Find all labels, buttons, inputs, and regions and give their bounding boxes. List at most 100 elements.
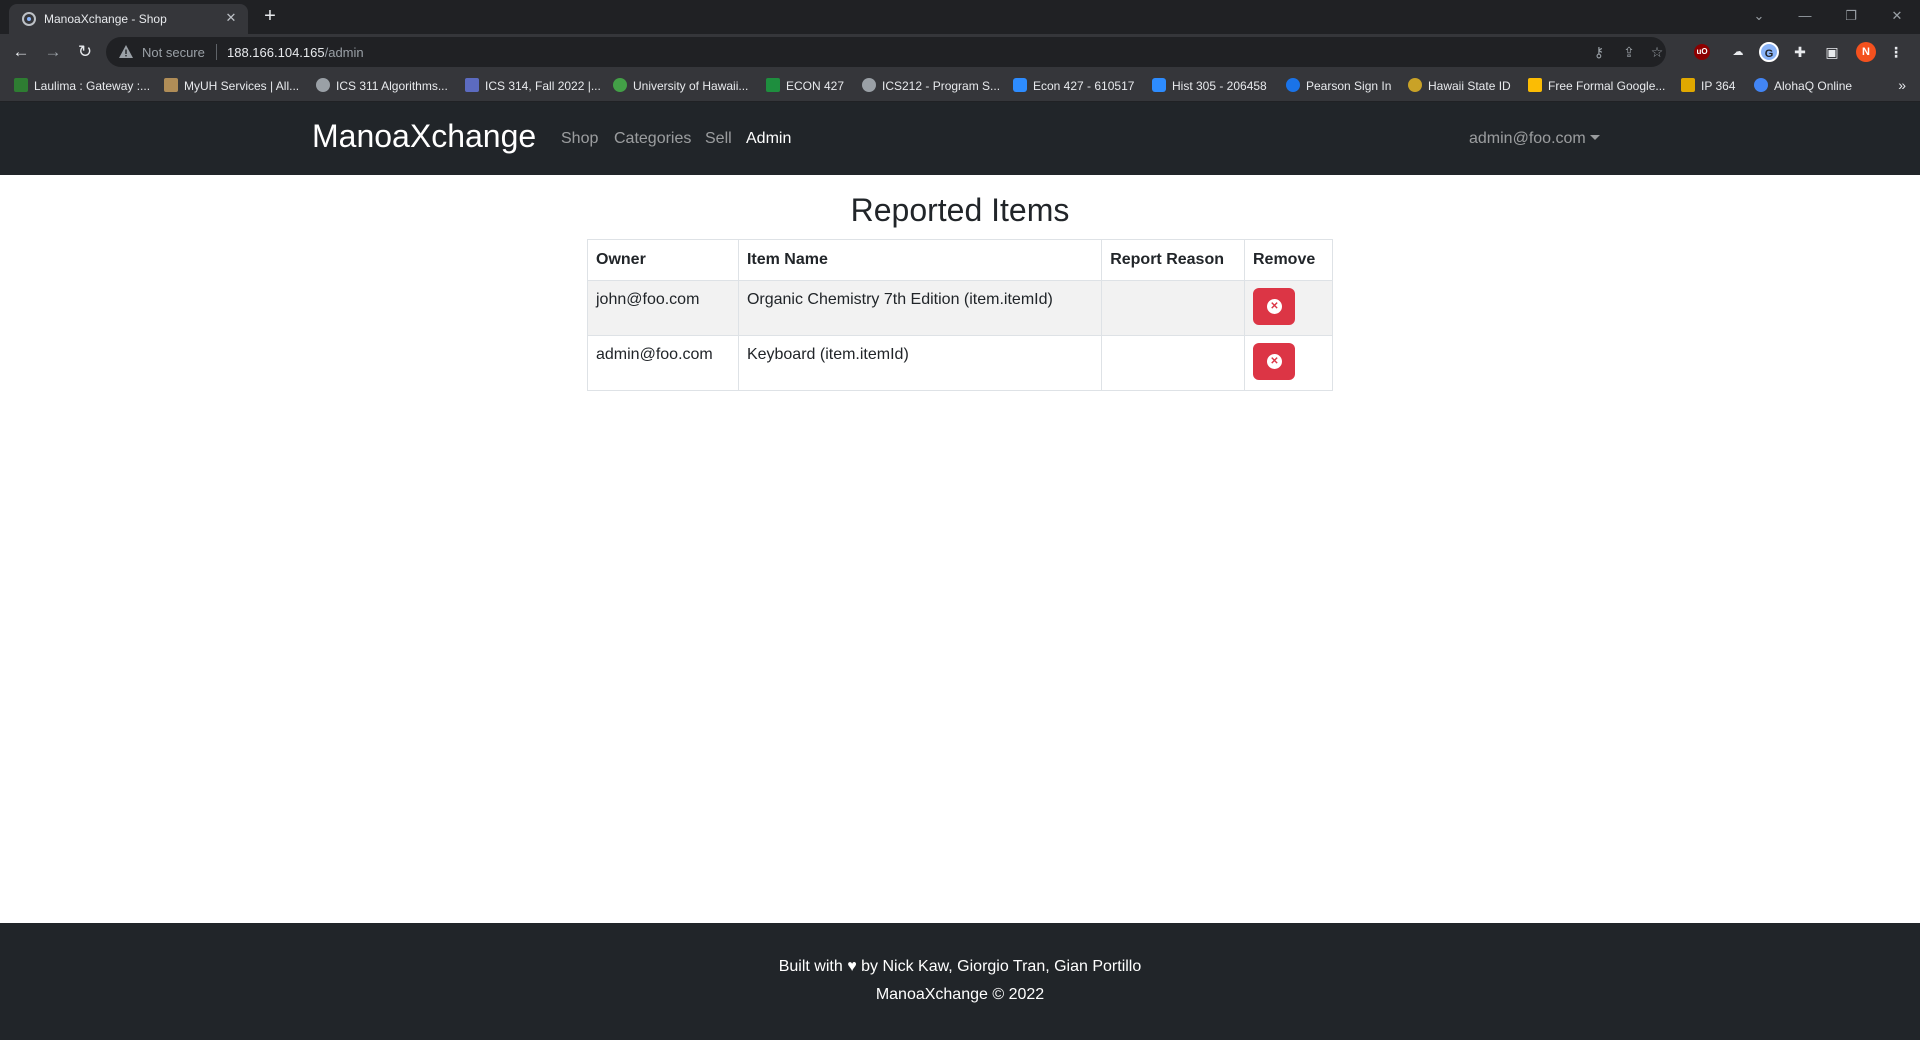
bookmark-star-icon[interactable]: ☆ bbox=[1648, 43, 1666, 61]
site-navbar: ManoaXchange Shop Categories Sell Admin … bbox=[0, 102, 1920, 175]
user-dropdown[interactable]: admin@foo.com bbox=[1469, 130, 1600, 148]
menu-kebab-icon[interactable]: ⋮ bbox=[1886, 42, 1906, 62]
remove-item-button[interactable]: ✕ bbox=[1253, 288, 1295, 325]
address-bar[interactable]: Not secure 188.166.104.165/admin ⚷ ⇪ ☆ bbox=[106, 37, 1666, 67]
bookmark-favicon-icon bbox=[1681, 78, 1695, 92]
bookmark-favicon-icon bbox=[316, 78, 330, 92]
bookmark-label: IP 364 bbox=[1701, 79, 1736, 93]
close-window-button[interactable]: ✕ bbox=[1874, 4, 1920, 28]
bookmark-item[interactable]: IP 364 bbox=[1681, 78, 1735, 94]
warning-triangle-icon bbox=[119, 45, 133, 58]
cloud-extension-icon[interactable]: ☁ bbox=[1728, 42, 1748, 62]
bookmark-item[interactable]: Pearson Sign In bbox=[1286, 78, 1391, 94]
extensions-puzzle-icon[interactable]: ✚ bbox=[1790, 42, 1810, 62]
bookmark-item[interactable]: University of Hawaii... bbox=[613, 78, 748, 94]
browser-toolbar: ← → ↻ Not secure 188.166.104.165/admin ⚷… bbox=[0, 34, 1920, 70]
nav-link-admin[interactable]: Admin bbox=[746, 130, 791, 148]
bookmark-label: Econ 427 - 610517 bbox=[1033, 79, 1135, 93]
nav-link-categories[interactable]: Categories bbox=[614, 130, 691, 148]
bookmark-favicon-icon bbox=[766, 78, 780, 92]
back-arrow-icon[interactable]: ← bbox=[8, 39, 34, 65]
report-reason-cell bbox=[1101, 280, 1245, 336]
table-row: admin@foo.com Keyboard (item.itemId) ✕ bbox=[587, 335, 1333, 391]
bookmark-item[interactable]: ICS212 - Program S... bbox=[862, 78, 1000, 94]
more-bookmarks-chevron-icon[interactable]: » bbox=[1898, 77, 1906, 93]
bookmark-favicon-icon bbox=[1754, 78, 1768, 92]
item-name-cell: Organic Chemistry 7th Edition (item.item… bbox=[737, 280, 1103, 336]
column-header-remove: Remove bbox=[1244, 239, 1333, 281]
bookmark-favicon-icon bbox=[164, 78, 178, 92]
site-footer: Built with ♥ by Nick Kaw, Giorgio Tran, … bbox=[0, 923, 1920, 1040]
bookmark-label: University of Hawaii... bbox=[633, 79, 749, 93]
bookmark-item[interactable]: Free Formal Google... bbox=[1528, 78, 1665, 94]
nav-link-shop[interactable]: Shop bbox=[561, 130, 598, 148]
address-divider bbox=[216, 44, 217, 60]
bookmark-label: ICS 311 Algorithms... bbox=[336, 79, 448, 93]
bookmark-item[interactable]: ICS 311 Algorithms... bbox=[316, 78, 448, 94]
bookmark-label: ICS212 - Program S... bbox=[882, 79, 1001, 93]
remove-item-button[interactable]: ✕ bbox=[1253, 343, 1295, 380]
tab-search-chevron-icon[interactable]: ⌄ bbox=[1736, 4, 1782, 28]
footer-copyright: ManoaXchange © 2022 bbox=[875, 986, 1045, 1003]
x-circle-icon: ✕ bbox=[1267, 354, 1282, 369]
bookmark-favicon-icon bbox=[1013, 78, 1027, 92]
bookmark-item[interactable]: Laulima : Gateway :... bbox=[14, 78, 150, 94]
bookmark-item[interactable]: ECON 427 bbox=[766, 78, 844, 94]
tab-title: ManoaXchange - Shop bbox=[44, 12, 167, 26]
reported-items-table: Owner Item Name Report Reason Remove joh… bbox=[587, 239, 1333, 391]
column-header-item-name: Item Name bbox=[737, 239, 1103, 281]
remove-cell: ✕ bbox=[1244, 280, 1333, 336]
bookmark-favicon-icon bbox=[613, 78, 627, 92]
owner-cell: admin@foo.com bbox=[587, 335, 739, 391]
close-tab-icon[interactable]: ✕ bbox=[222, 9, 240, 27]
browser-tab-strip: ManoaXchange - Shop ✕ + ⌄ — ❐ ✕ bbox=[0, 0, 1920, 34]
user-email: admin@foo.com bbox=[1469, 130, 1586, 147]
remove-cell: ✕ bbox=[1244, 335, 1333, 391]
brand-logo[interactable]: ManoaXchange bbox=[312, 118, 536, 155]
report-reason-cell bbox=[1101, 335, 1245, 391]
security-label[interactable]: Not secure bbox=[142, 45, 205, 60]
bookmark-label: ECON 427 bbox=[786, 79, 845, 93]
forward-arrow-icon[interactable]: → bbox=[40, 39, 66, 65]
bookmark-favicon-icon bbox=[862, 78, 876, 92]
column-header-owner: Owner bbox=[587, 239, 739, 281]
ublock-extension-icon[interactable]: uO bbox=[1694, 44, 1710, 60]
table-header-row: Owner Item Name Report Reason Remove bbox=[587, 239, 1333, 281]
bookmark-favicon-icon bbox=[1286, 78, 1300, 92]
side-panel-icon[interactable]: ▣ bbox=[1822, 42, 1842, 62]
page-title: Reported Items bbox=[850, 192, 1070, 228]
bookmark-item[interactable]: ICS 314, Fall 2022 |... bbox=[465, 78, 601, 94]
bookmark-favicon-icon bbox=[1408, 78, 1422, 92]
site-favicon-icon bbox=[22, 12, 36, 26]
share-icon[interactable]: ⇪ bbox=[1620, 43, 1638, 61]
new-tab-button[interactable]: + bbox=[258, 4, 282, 28]
bookmark-item[interactable]: AlohaQ Online bbox=[1754, 78, 1852, 94]
bookmark-label: AlohaQ Online bbox=[1774, 79, 1853, 93]
reload-icon[interactable]: ↻ bbox=[72, 39, 98, 65]
footer-credits: Built with ♥ by Nick Kaw, Giorgio Tran, … bbox=[778, 958, 1142, 975]
bookmark-favicon-icon bbox=[14, 78, 28, 92]
url-host: 188.166.104.165 bbox=[227, 45, 325, 60]
profile-avatar[interactable]: N bbox=[1856, 42, 1876, 62]
item-name-cell: Keyboard (item.itemId) bbox=[737, 335, 1103, 391]
browser-tab[interactable]: ManoaXchange - Shop ✕ bbox=[9, 4, 248, 34]
bookmark-item[interactable]: Hawaii State ID bbox=[1408, 78, 1511, 94]
url-text[interactable]: 188.166.104.165/admin bbox=[227, 45, 364, 60]
bookmark-favicon-icon bbox=[1152, 78, 1166, 92]
bookmark-label: Free Formal Google... bbox=[1548, 79, 1666, 93]
bookmarks-bar: Laulima : Gateway :... MyUH Services | A… bbox=[0, 70, 1920, 102]
column-header-report-reason: Report Reason bbox=[1101, 239, 1245, 281]
bookmark-label: Hawaii State ID bbox=[1428, 79, 1511, 93]
minimize-button[interactable]: — bbox=[1782, 4, 1828, 28]
bookmark-item[interactable]: Econ 427 - 610517 bbox=[1013, 78, 1134, 94]
nav-link-sell[interactable]: Sell bbox=[705, 130, 732, 148]
table-row: john@foo.com Organic Chemistry 7th Editi… bbox=[587, 280, 1333, 336]
bookmark-label: Hist 305 - 206458 bbox=[1172, 79, 1267, 93]
bookmark-item[interactable]: MyUH Services | All... bbox=[164, 78, 299, 94]
translate-extension-icon[interactable]: G bbox=[1759, 42, 1779, 62]
bookmark-item[interactable]: Hist 305 - 206458 bbox=[1152, 78, 1267, 94]
restore-button[interactable]: ❐ bbox=[1828, 4, 1874, 28]
key-icon[interactable]: ⚷ bbox=[1590, 43, 1608, 61]
owner-cell: john@foo.com bbox=[587, 280, 739, 336]
bookmark-favicon-icon bbox=[465, 78, 479, 92]
